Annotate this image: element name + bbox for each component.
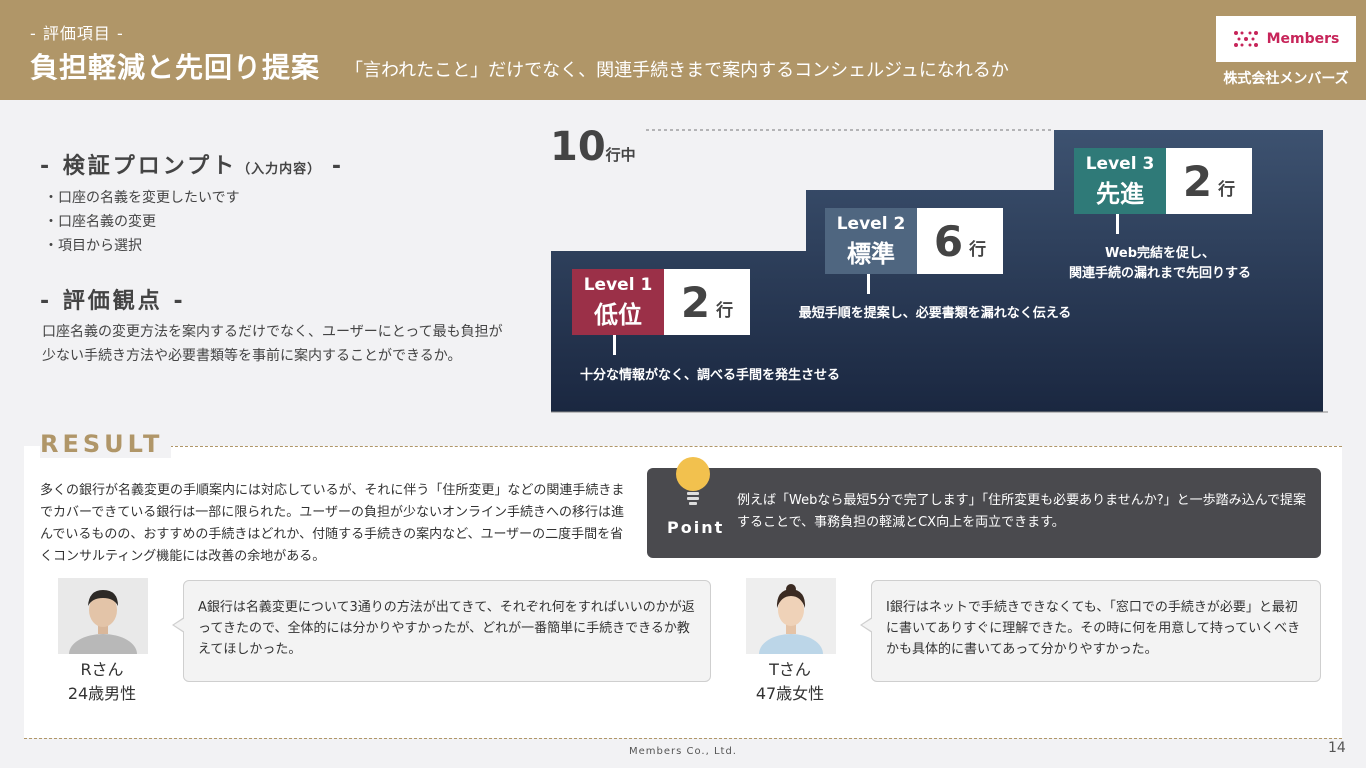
level-2-count: 6行	[917, 208, 1003, 274]
level-2-count-value: 6	[933, 216, 964, 266]
level-3-name: 先進	[1096, 179, 1144, 208]
members-logo: Members	[1216, 16, 1356, 62]
comment-bubble-t: I銀行はネットで手続きできなくても、「窓口での手続きが必要」と最初に書いてありす…	[860, 580, 1321, 682]
prompt-item: ・項目から選択	[44, 238, 142, 254]
evaluation-heading: - 評価観点 -	[40, 289, 186, 314]
total-count-value: 10	[550, 124, 606, 170]
prompt-heading-small: （入力内容）	[237, 162, 322, 177]
level-3-box: Level 3 先進 2行	[1074, 148, 1252, 214]
page-subtitle: 「言われたこと」だけでなく、関連手続きまで案内するコンシェルジュになれるか	[345, 60, 1009, 81]
page-number: 14	[1328, 740, 1346, 756]
level-3-stem	[1116, 214, 1119, 234]
avatar-t	[746, 578, 836, 654]
level-2-name: 標準	[847, 239, 895, 268]
point-callout: Point 例えば「Webなら最短5分で完了します」「住所変更も必要ありませんか…	[647, 457, 1321, 558]
level-1-stem	[613, 335, 616, 355]
lightbulb-icon	[676, 457, 710, 505]
prompt-item: ・口座の名義を変更したいです	[44, 190, 240, 206]
person-t-label: Tさん 47歳女性	[740, 658, 840, 706]
prompt-heading-main: - 検証プロンプト	[40, 154, 238, 179]
level-2-stem	[867, 274, 870, 294]
level-1-tag: Level 1 低位	[572, 269, 664, 335]
header-bar: - 評価項目 - 負担軽減と先回り提案 「言われたこと」だけでなく、関連手続きま…	[0, 0, 1366, 100]
level-1-label: Level 1	[583, 274, 653, 295]
comment-bubble-r: A銀行は名義変更について3通りの方法が出てきて、それぞれ何をすればいいのかが返っ…	[172, 580, 711, 682]
level-1-desc: 十分な情報がなく、調べる手間を発生させる	[579, 368, 840, 383]
total-count-unit: 行中	[605, 146, 636, 164]
level-1-count-unit: 行	[716, 300, 734, 321]
person-t-name: Tさん	[769, 660, 811, 679]
avatar-r	[58, 578, 148, 654]
result-divider-bottom	[24, 738, 1342, 739]
level-3-label: Level 3	[1085, 153, 1155, 174]
level-3-count-unit: 行	[1218, 179, 1236, 200]
prompt-heading-end: -	[321, 154, 344, 179]
prompt-item: ・口座名義の変更	[44, 214, 156, 230]
level-2-label: Level 2	[836, 213, 906, 234]
level-2-desc: 最短手順を提案し、必要書類を漏れなく伝える	[798, 306, 1072, 321]
level-1-name: 低位	[594, 300, 642, 329]
result-text: 多くの銀行が名義変更の手順案内には対応しているが、それに伴う「住所変更」などの関…	[40, 483, 625, 564]
header-kicker: - 評価項目 -	[30, 24, 124, 43]
level-3-tag: Level 3 先進	[1074, 148, 1166, 214]
level-2-box: Level 2 標準 6行	[825, 208, 1003, 274]
level-3-count-value: 2	[1182, 156, 1213, 206]
level-1-count: 2行	[664, 269, 750, 335]
level-2-count-unit: 行	[969, 239, 987, 260]
person-t-profile: 47歳女性	[755, 684, 825, 703]
evaluation-text: 口座名義の変更方法を案内するだけでなく、ユーザーにとって最も負担が少ない手続き方…	[42, 324, 503, 364]
point-text: 例えば「Webなら最短5分で完了します」「住所変更も必要ありませんか?」と一歩踏…	[737, 493, 1306, 530]
prompt-list: ・口座の名義を変更したいです ・口座名義の変更 ・項目から選択	[44, 186, 240, 258]
person-female-icon	[746, 578, 836, 654]
prompt-heading: - 検証プロンプト（入力内容） -	[40, 148, 344, 180]
level-2-tag: Level 2 標準	[825, 208, 917, 274]
level-3-desc: Web完結を促し、 関連手続の漏れまで先回りする	[1068, 246, 1251, 281]
level-1-box: Level 1 低位 2行	[572, 269, 750, 335]
company-name: 株式会社メンバーズ	[1223, 71, 1349, 87]
logo-text: Members	[1266, 31, 1340, 47]
person-r-name: Rさん	[80, 660, 124, 679]
footer-company: Members Co., Ltd.	[628, 746, 737, 757]
person-male-icon	[58, 578, 148, 654]
level-3-count: 2行	[1166, 148, 1252, 214]
person-r-profile: 24歳男性	[67, 684, 137, 703]
members-logo-icon	[1233, 31, 1258, 47]
person-r-label: Rさん 24歳男性	[52, 658, 152, 706]
result-title: RESULT	[40, 430, 172, 458]
result-divider-top	[160, 446, 1342, 447]
total-count: 10行中	[550, 124, 636, 170]
point-label: Point	[667, 518, 725, 537]
page-title: 負担軽減と先回り提案	[30, 51, 321, 84]
level-1-count-value: 2	[680, 277, 711, 327]
